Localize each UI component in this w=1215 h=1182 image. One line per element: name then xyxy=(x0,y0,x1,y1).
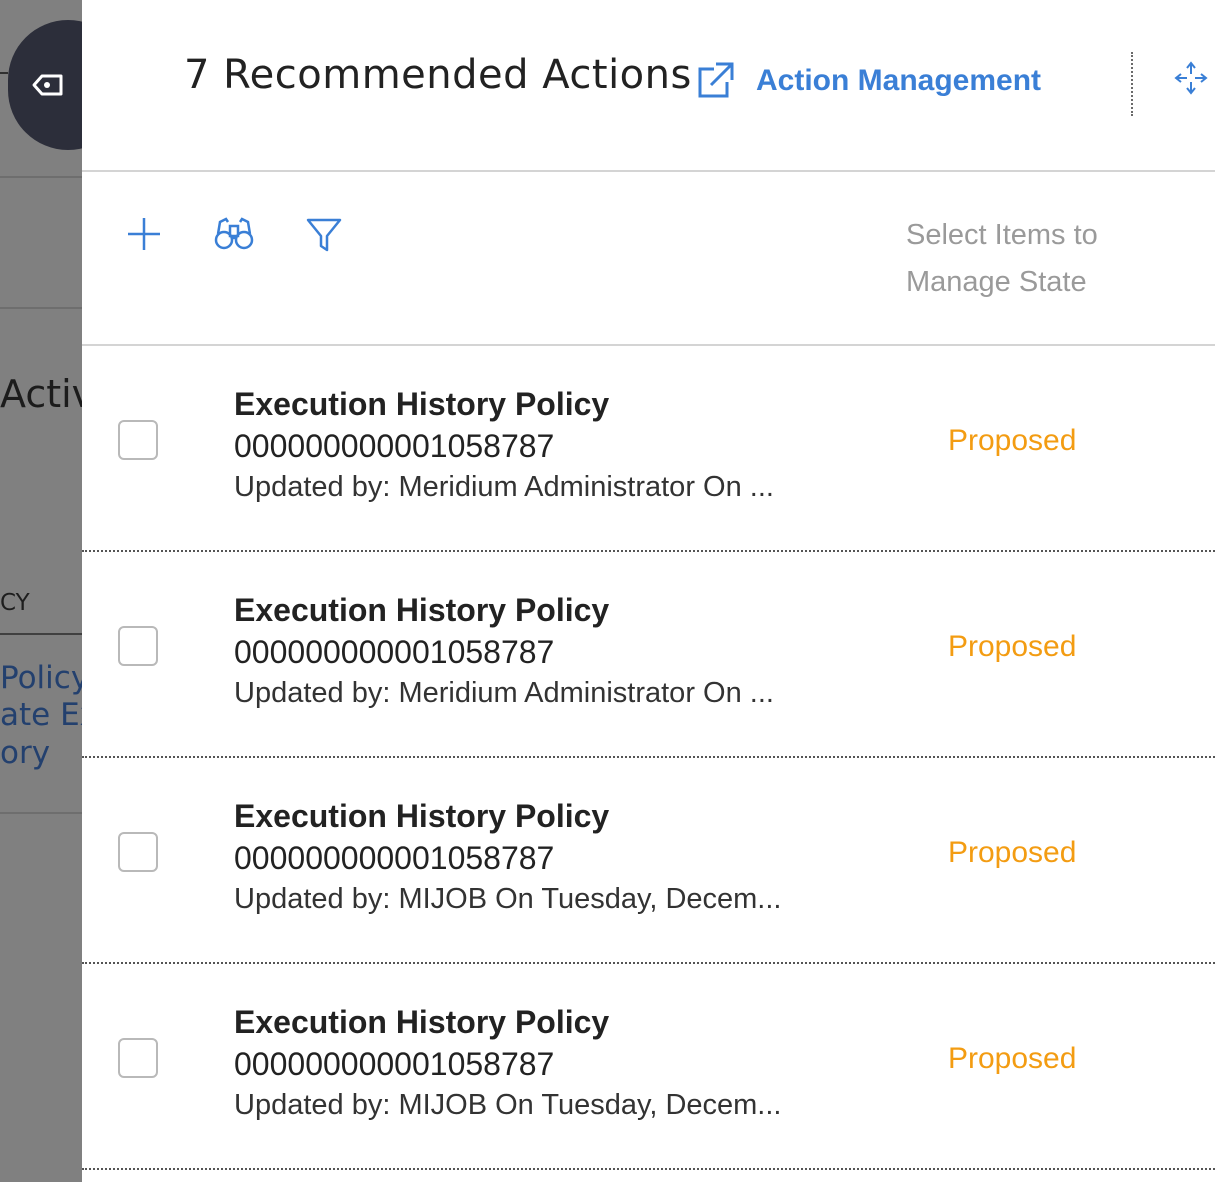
action-title[interactable]: Execution History Policy xyxy=(234,798,609,835)
panel-toggle-button[interactable] xyxy=(8,20,82,150)
row-checkbox[interactable] xyxy=(118,626,158,666)
header-separator xyxy=(1131,52,1133,116)
divider xyxy=(0,812,82,814)
background-column-header: CY xyxy=(0,590,30,616)
background-link-text: Policy xyxy=(0,660,82,696)
list-item[interactable]: Execution History Policy 000000000001058… xyxy=(82,346,1215,552)
action-id: 000000000001058787 xyxy=(234,428,555,464)
action-id: 000000000001058787 xyxy=(234,840,555,876)
move-arrows-icon[interactable] xyxy=(1173,60,1209,96)
action-title[interactable]: Execution History Policy xyxy=(234,386,609,423)
background-link-text: ory xyxy=(0,735,51,771)
action-updated-info: Updated by: Meridium Administrator On ..… xyxy=(234,471,774,503)
action-updated-info: Updated by: Meridium Administrator On ..… xyxy=(234,677,774,709)
divider xyxy=(0,633,82,635)
external-link-icon xyxy=(698,62,734,98)
row-checkbox[interactable] xyxy=(118,832,158,872)
background-page: Activ CY Policy ate Ex ory xyxy=(0,0,82,1182)
status-badge: Proposed xyxy=(948,630,1077,663)
list-item[interactable]: Execution History Policy 000000000001058… xyxy=(82,758,1215,964)
toolbar: Select Items to Manage State xyxy=(82,172,1215,346)
status-badge: Proposed xyxy=(948,1042,1077,1075)
action-management-label: Action Management xyxy=(756,64,1042,97)
manage-state-hint: Select Items to Manage State xyxy=(906,219,1098,298)
action-list: Execution History Policy 000000000001058… xyxy=(82,346,1215,1170)
list-item[interactable]: Execution History Policy 000000000001058… xyxy=(82,964,1215,1170)
funnel-icon[interactable] xyxy=(304,214,344,254)
action-id: 000000000001058787 xyxy=(234,1046,555,1082)
row-checkbox[interactable] xyxy=(118,1038,158,1078)
background-title: Activ xyxy=(0,372,82,416)
action-title[interactable]: Execution History Policy xyxy=(234,1004,609,1041)
tab-marker xyxy=(0,72,8,74)
action-updated-info: Updated by: MIJOB On Tuesday, Decem... xyxy=(234,1089,782,1121)
status-badge: Proposed xyxy=(948,836,1077,869)
background-link-text: ate Ex xyxy=(0,697,82,733)
list-item[interactable]: Execution History Policy 000000000001058… xyxy=(82,552,1215,758)
recommended-actions-panel: 7 Recommended Actions Action Management xyxy=(82,0,1215,1182)
binoculars-icon[interactable] xyxy=(214,214,254,254)
action-title[interactable]: Execution History Policy xyxy=(234,592,609,629)
action-id: 000000000001058787 xyxy=(234,634,555,670)
status-badge: Proposed xyxy=(948,424,1077,457)
panel-title: 7 Recommended Actions xyxy=(184,52,692,98)
action-updated-info: Updated by: MIJOB On Tuesday, Decem... xyxy=(234,883,782,915)
action-management-link[interactable]: Action Management xyxy=(694,56,1041,106)
collapse-panel-icon xyxy=(32,74,63,96)
panel-header: 7 Recommended Actions Action Management xyxy=(82,0,1215,172)
divider xyxy=(0,307,82,309)
divider xyxy=(0,176,82,178)
row-checkbox[interactable] xyxy=(118,420,158,460)
plus-icon[interactable] xyxy=(124,214,164,254)
